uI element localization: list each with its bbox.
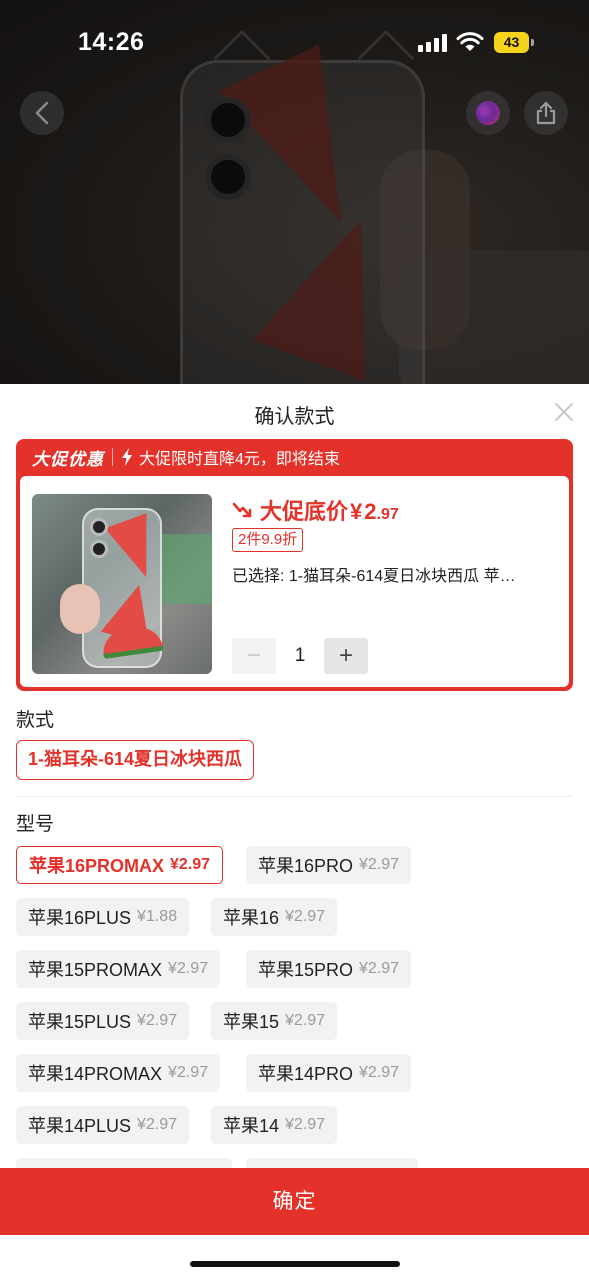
- chevron-left-icon: [35, 101, 49, 125]
- model-name: 苹果16: [223, 908, 280, 928]
- model-option[interactable]: 苹果16PLUS ¥1.88: [16, 898, 190, 936]
- price-down-icon: [232, 502, 252, 518]
- home-indicator: [190, 1261, 400, 1267]
- share-icon: [536, 101, 556, 125]
- back-button[interactable]: [20, 91, 64, 135]
- model-price: ¥2.97: [359, 856, 400, 873]
- battery-icon: 43: [494, 32, 534, 53]
- model-name: 苹果14PLUS: [28, 1116, 132, 1136]
- model-name: 苹果14PRO: [258, 1064, 354, 1084]
- model-price: ¥2.97: [285, 908, 326, 925]
- discount-badge: 2件9.9折: [232, 528, 304, 552]
- model-option[interactable]: 苹果14PROMAX ¥2.97: [16, 1054, 221, 1092]
- model-name: 苹果16PRO: [258, 856, 354, 876]
- model-option[interactable]: 苹果16 ¥2.97: [211, 898, 338, 936]
- model-option[interactable]: 苹果15 ¥2.97: [211, 1002, 338, 1040]
- model-price: ¥1.88: [137, 908, 178, 925]
- model-price: ¥2.97: [170, 856, 211, 873]
- model-option[interactable]: 苹果15PRO ¥2.97: [246, 950, 412, 988]
- model-name: 苹果14: [223, 1116, 280, 1136]
- model-price: ¥2.97: [359, 1064, 400, 1081]
- style-option-selected[interactable]: 1-猫耳朵-614夏日冰块西瓜: [16, 740, 255, 780]
- style-label: 款式: [16, 710, 55, 731]
- price-currency: ¥: [350, 499, 363, 524]
- lightning-icon: [122, 448, 132, 466]
- quantity-stepper: − 1 +: [232, 638, 368, 674]
- promo-divider: [112, 448, 113, 466]
- model-name: 苹果15PLUS: [28, 1012, 132, 1032]
- model-price: ¥2.97: [285, 1012, 326, 1029]
- divider: [16, 796, 573, 797]
- model-name: 苹果15PRO: [258, 960, 354, 980]
- close-icon[interactable]: [552, 400, 576, 424]
- wifi-icon: [456, 32, 484, 51]
- model-option[interactable]: [16, 1158, 232, 1168]
- promo-price: 大促底价 ¥ 2 .97: [232, 494, 399, 526]
- price-label: 大促底价: [260, 499, 349, 524]
- model-option[interactable]: 苹果16PRO ¥2.97: [246, 846, 412, 884]
- favorite-button[interactable]: [466, 91, 510, 135]
- promo-panel: 大促优惠 大促限时直降4元，即将结束 大促底价 ¥ 2 .97 2件9.9折 已…: [16, 439, 573, 691]
- model-price: ¥2.97: [359, 960, 400, 977]
- model-label: 型号: [16, 814, 55, 835]
- model-price: ¥2.97: [285, 1116, 326, 1133]
- status-bar: 14:26 43: [0, 0, 589, 86]
- favorite-icon: [476, 101, 500, 125]
- model-name: 苹果16PLUS: [28, 908, 132, 928]
- product-thumbnail[interactable]: [32, 494, 212, 674]
- selected-summary: 已选择: 1-猫耳朵-614夏日冰块西瓜 苹…: [232, 568, 516, 585]
- model-price: ¥2.97: [168, 1064, 209, 1081]
- increase-button[interactable]: +: [324, 638, 368, 674]
- model-name: 苹果14PROMAX: [28, 1064, 163, 1084]
- model-option[interactable]: 苹果14PLUS ¥2.97: [16, 1106, 190, 1144]
- model-options: 苹果16PROMAX ¥2.97 苹果16PRO ¥2.97 苹果16PLUS ¥1.88…: [16, 846, 576, 1168]
- share-button[interactable]: [524, 91, 568, 135]
- status-time: 14:26: [78, 28, 145, 56]
- model-option[interactable]: 苹果16PROMAX ¥2.97: [16, 846, 224, 884]
- sheet-title: 确认款式: [254, 406, 335, 428]
- model-option[interactable]: 苹果15PLUS ¥2.97: [16, 1002, 190, 1040]
- model-name: 苹果15PROMAX: [28, 960, 163, 980]
- model-option[interactable]: 苹果15PROMAX ¥2.97: [16, 950, 221, 988]
- product-summary: 大促底价 ¥ 2 .97 2件9.9折 已选择: 1-猫耳朵-614夏日冰块西瓜…: [20, 476, 569, 687]
- model-option[interactable]: 苹果14 ¥2.97: [211, 1106, 338, 1144]
- promo-header: 大促优惠 大促限时直降4元，即将结束: [16, 439, 573, 475]
- model-price: ¥2.97: [137, 1116, 178, 1133]
- model-name: 苹果16PROMAX: [29, 856, 165, 876]
- decrease-button[interactable]: −: [232, 638, 276, 674]
- model-option[interactable]: 苹果14PRO ¥2.97: [246, 1054, 412, 1092]
- quantity-value[interactable]: 1: [276, 645, 324, 667]
- battery-level: 43: [494, 32, 529, 53]
- promo-tag: 大促优惠: [32, 449, 104, 469]
- price-decimal: .97: [376, 506, 399, 523]
- promo-text: 大促限时直降4元，即将结束: [139, 451, 340, 468]
- model-price: ¥2.97: [137, 1012, 178, 1029]
- confirm-button[interactable]: 确定: [0, 1168, 589, 1235]
- model-name: 苹果15: [223, 1012, 280, 1032]
- model-option[interactable]: [246, 1158, 418, 1168]
- option-sheet: 确认款式 大促优惠 大促限时直降4元，即将结束 大促底价 ¥ 2 .97 2件9…: [0, 384, 589, 1280]
- model-price: ¥2.97: [168, 960, 209, 977]
- price-integer: 2: [364, 499, 377, 524]
- signal-icon: [418, 34, 447, 52]
